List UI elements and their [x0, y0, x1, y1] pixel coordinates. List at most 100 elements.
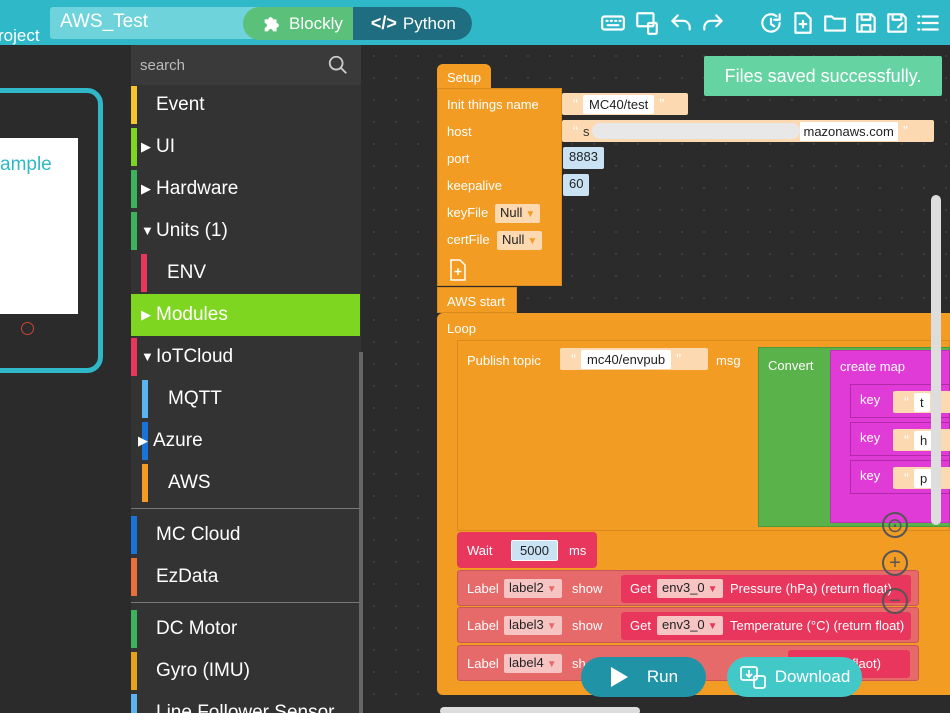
label-show-block[interactable]: Label label2 ▼ show Get env3_0 ▼ Pressure (hPa)…	[457, 570, 919, 606]
category-line-follower-sensor[interactable]: Line Follower Sensor	[131, 692, 360, 713]
category-color-bar	[131, 610, 137, 648]
certfile-dropdown[interactable]: Null ▼	[497, 231, 543, 250]
msg-label: msg	[716, 353, 741, 368]
save-as-icon[interactable]	[882, 8, 912, 38]
get-keyword: Get	[630, 618, 651, 633]
expand-arrow-icon[interactable]: ▶	[138, 433, 148, 449]
label-target-dropdown[interactable]: label3 ▼	[504, 616, 562, 635]
open-folder-icon[interactable]	[820, 8, 850, 38]
puzzle-icon	[264, 16, 279, 31]
key-label: key	[860, 430, 881, 445]
category-label: Hardware	[156, 178, 239, 199]
category-hardware[interactable]: ▶ Hardware	[131, 168, 360, 210]
category-env[interactable]: ENV	[131, 252, 360, 294]
keepalive-label: keepalive	[447, 178, 502, 193]
device-home-button	[21, 322, 34, 335]
workspace-horizontal-scrollbar[interactable]	[440, 707, 640, 713]
play-icon	[610, 667, 628, 687]
keyfile-dropdown[interactable]: Null ▼	[495, 204, 541, 223]
category-event[interactable]: Event	[131, 84, 360, 126]
zoom-in-icon[interactable]: +	[882, 550, 908, 576]
env-get-block[interactable]: Get env3_0 ▼ Pressure (hPa) (return float)	[621, 575, 911, 603]
publish-label: Publish topic	[467, 353, 541, 368]
category-color-bar	[142, 380, 148, 418]
key-input[interactable]: “h	[893, 429, 950, 451]
env-get-block[interactable]: Get env3_0 ▼ Temperature (°C) (return float…	[621, 612, 911, 640]
label-keyword: Label	[467, 656, 499, 671]
search-placeholder: search	[140, 57, 186, 74]
category-label: Modules	[156, 304, 228, 325]
zoom-out-icon[interactable]: −	[882, 588, 908, 614]
port-input[interactable]: 8883	[563, 147, 604, 169]
category-label: DC Motor	[156, 618, 238, 639]
category-label: AWS	[168, 472, 211, 493]
wait-input[interactable]: 5000	[511, 540, 558, 561]
category-label: MQTT	[168, 388, 222, 409]
init-name-input[interactable]: “MC40/test”	[562, 93, 688, 115]
new-file-icon[interactable]	[788, 8, 818, 38]
menu-icon[interactable]	[913, 8, 943, 38]
expand-arrow-icon[interactable]: ▶	[141, 139, 151, 155]
setup-block[interactable]: Setup	[437, 64, 491, 90]
category-aws[interactable]: AWS	[131, 462, 360, 504]
add-file-icon[interactable]	[449, 259, 467, 281]
category-label: Line Follower Sensor	[156, 702, 335, 713]
blockly-tab[interactable]: Blockly	[243, 7, 353, 40]
category-units-1[interactable]: ▼ Units (1)	[131, 210, 360, 252]
category-color-bar	[131, 170, 137, 208]
category-ezdata[interactable]: EzData	[131, 556, 360, 598]
topic-input[interactable]: “mc40/envpub”	[560, 348, 708, 370]
category-label: EzData	[156, 566, 219, 587]
workspace-vertical-scrollbar[interactable]	[931, 195, 941, 525]
category-mc-cloud[interactable]: MC Cloud	[131, 514, 360, 556]
unit-dropdown[interactable]: env3_0 ▼	[657, 616, 723, 635]
unit-dropdown[interactable]: env3_0 ▼	[657, 579, 723, 598]
search-box[interactable]: search	[131, 45, 361, 85]
category-label: Event	[156, 94, 205, 115]
run-button[interactable]: Run	[581, 657, 706, 697]
collapse-arrow-icon[interactable]: ▼	[141, 349, 154, 364]
category-gyro-imu[interactable]: Gyro (IMU)	[131, 650, 360, 692]
label-show-block[interactable]: Label label3 ▼ show Get env3_0 ▼ Temperature (°…	[457, 607, 919, 643]
keepalive-input[interactable]: 60	[563, 174, 590, 196]
reading-label: Temperature (°C) (return float)	[730, 618, 905, 633]
device-icon[interactable]	[632, 8, 662, 38]
category-modules[interactable]: ▶ Modules	[131, 294, 360, 336]
download-button[interactable]: Download	[727, 657, 862, 697]
category-label: Units (1)	[156, 220, 228, 241]
category-ui[interactable]: ▶ UI	[131, 126, 360, 168]
search-icon[interactable]	[327, 54, 349, 76]
save-icon[interactable]	[851, 8, 881, 38]
category-mqtt[interactable]: MQTT	[131, 378, 360, 420]
category-divider	[131, 602, 360, 603]
category-iotcloud[interactable]: ▼ IoTCloud	[131, 336, 360, 378]
category-label: ENV	[167, 262, 207, 283]
collapse-arrow-icon[interactable]: ▼	[141, 223, 154, 238]
category-color-bar	[131, 558, 137, 596]
undo-icon[interactable]	[666, 8, 696, 38]
keyboard-icon[interactable]	[598, 8, 628, 38]
aws-start-block[interactable]: AWS start	[437, 287, 517, 313]
key-input[interactable]: “p	[893, 467, 950, 489]
label-target-dropdown[interactable]: label2 ▼	[504, 579, 562, 598]
category-divider	[131, 508, 360, 509]
python-tab[interactable]: </> Python	[352, 7, 472, 40]
project-name-field[interactable]: AWS_Test	[50, 7, 270, 39]
category-color-bar	[142, 464, 148, 502]
refresh-icon[interactable]	[756, 8, 786, 38]
category-azure[interactable]: ▶ Azure	[131, 420, 360, 462]
label-target-dropdown[interactable]: label4 ▼	[504, 654, 562, 673]
host-input[interactable]: “s mazonaws.com”	[562, 120, 934, 142]
category-color-bar	[131, 296, 137, 334]
expand-arrow-icon[interactable]: ▶	[141, 181, 151, 197]
host-label: host	[447, 124, 472, 139]
zoom-reset-icon[interactable]: ⊙	[882, 512, 908, 538]
redo-icon[interactable]	[698, 8, 728, 38]
project-menu-label[interactable]: roject	[0, 26, 40, 46]
expand-arrow-icon[interactable]: ▶	[141, 307, 151, 323]
keyfile-label: keyFile	[447, 205, 489, 220]
key-input[interactable]: “t	[893, 391, 950, 413]
code-icon: </>	[370, 13, 397, 33]
category-color-bar	[131, 128, 137, 166]
category-dc-motor[interactable]: DC Motor	[131, 608, 360, 650]
